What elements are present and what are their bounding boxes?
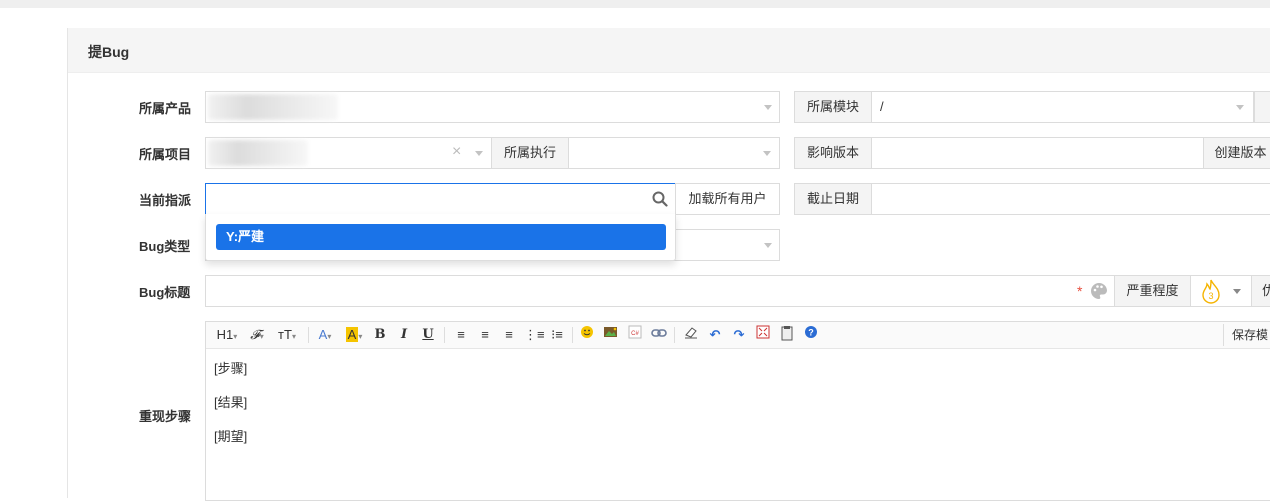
module-label: 所属模块: [794, 91, 872, 123]
deadline-label: 截止日期: [794, 183, 872, 215]
execution-select[interactable]: [568, 137, 780, 169]
version-label: 影响版本: [794, 137, 872, 169]
assign-label: 当前指派: [139, 193, 192, 208]
search-icon: [652, 191, 668, 207]
module-value: /: [880, 99, 884, 114]
project-select[interactable]: ×: [205, 137, 492, 169]
project-value-redacted: [208, 140, 308, 166]
steps-editor[interactable]: H1▾ 𝓕▾ тT▾ A▾ A ▾ B I U ≡ ≡ ≡ ⋮≡ ⁝≡ C# ↶ …: [205, 321, 1270, 501]
fullscreen-icon[interactable]: [754, 325, 772, 345]
paste-icon[interactable]: [778, 325, 796, 345]
version-select[interactable]: [871, 137, 1204, 169]
chevron-down-icon: [764, 243, 772, 248]
font-color-icon[interactable]: A▾: [314, 325, 336, 345]
align-left-icon[interactable]: ≡: [452, 325, 470, 345]
save-template-button[interactable]: 保存模: [1232, 325, 1270, 345]
module-select[interactable]: /: [871, 91, 1254, 123]
ordered-list-icon[interactable]: ⋮≡: [524, 325, 545, 345]
undo-icon[interactable]: ↶: [706, 325, 724, 345]
module-refresh-button[interactable]: [1254, 91, 1270, 123]
editor-line-steps: [步骤]: [214, 361, 248, 376]
assign-option[interactable]: Y:严建: [216, 224, 666, 250]
code-icon[interactable]: C#: [626, 325, 644, 345]
chevron-down-icon: [764, 105, 772, 110]
chevron-down-icon: [475, 151, 483, 156]
top-bar: [0, 0, 1270, 8]
eraser-icon[interactable]: [682, 325, 700, 345]
bug-type-label: Bug类型: [139, 239, 191, 254]
steps-label: 重现步骤: [139, 409, 192, 424]
heading-button[interactable]: H1▾: [214, 325, 240, 345]
svg-text:C#: C#: [631, 331, 639, 337]
svg-text:?: ?: [808, 328, 814, 338]
redo-icon[interactable]: ↷: [730, 325, 748, 345]
execution-label: 所属执行: [491, 137, 569, 169]
load-all-users-button[interactable]: 加载所有用户: [675, 183, 780, 215]
help-icon[interactable]: ?: [802, 325, 820, 345]
image-icon[interactable]: [602, 325, 620, 345]
create-version-button[interactable]: 创建版本: [1203, 137, 1270, 169]
emoji-icon[interactable]: [578, 325, 596, 345]
chevron-down-icon: [763, 151, 771, 156]
editor-line-expected: [期望]: [214, 429, 248, 444]
product-value-redacted: [208, 94, 338, 120]
align-right-icon[interactable]: ≡: [500, 325, 518, 345]
font-size-button[interactable]: тT▾: [274, 325, 300, 345]
italic-icon[interactable]: I: [396, 325, 412, 345]
chevron-down-icon: [1233, 289, 1241, 294]
panel-title: 提Bug: [88, 44, 130, 60]
product-label: 所属产品: [139, 101, 192, 116]
bug-title-input[interactable]: *: [205, 275, 1115, 307]
chevron-down-icon: [1236, 105, 1244, 110]
assign-dropdown: Y:严建: [205, 214, 676, 261]
severity-label: 严重程度: [1114, 275, 1191, 307]
required-mark: *: [1077, 283, 1083, 299]
unordered-list-icon[interactable]: ⁝≡: [548, 325, 566, 345]
align-center-icon[interactable]: ≡: [476, 325, 494, 345]
highlight-icon[interactable]: A ▾: [342, 325, 366, 345]
priority-label: 优: [1251, 275, 1270, 307]
link-icon[interactable]: [650, 325, 668, 345]
clear-icon[interactable]: ×: [452, 143, 461, 161]
assign-search-input[interactable]: [205, 183, 676, 215]
severity-value: 3: [1208, 291, 1213, 301]
bold-icon[interactable]: B: [372, 325, 388, 345]
palette-icon[interactable]: [1090, 282, 1108, 300]
editor-line-result: [结果]: [214, 395, 248, 410]
severity-select[interactable]: 3: [1190, 275, 1252, 307]
product-select[interactable]: [205, 91, 780, 123]
deadline-input[interactable]: [871, 183, 1270, 215]
panel-header: 提Bug: [68, 28, 1270, 73]
font-family-button[interactable]: 𝓕▾: [246, 325, 268, 345]
underline-icon[interactable]: U: [420, 325, 436, 345]
project-label: 所属项目: [139, 147, 192, 162]
editor-toolbar: H1▾ 𝓕▾ тT▾ A▾ A ▾ B I U ≡ ≡ ≡ ⋮≡ ⁝≡ C# ↶ …: [206, 322, 1270, 349]
flame-icon: 3: [1202, 279, 1220, 304]
bug-title-label: Bug标题: [139, 285, 191, 300]
